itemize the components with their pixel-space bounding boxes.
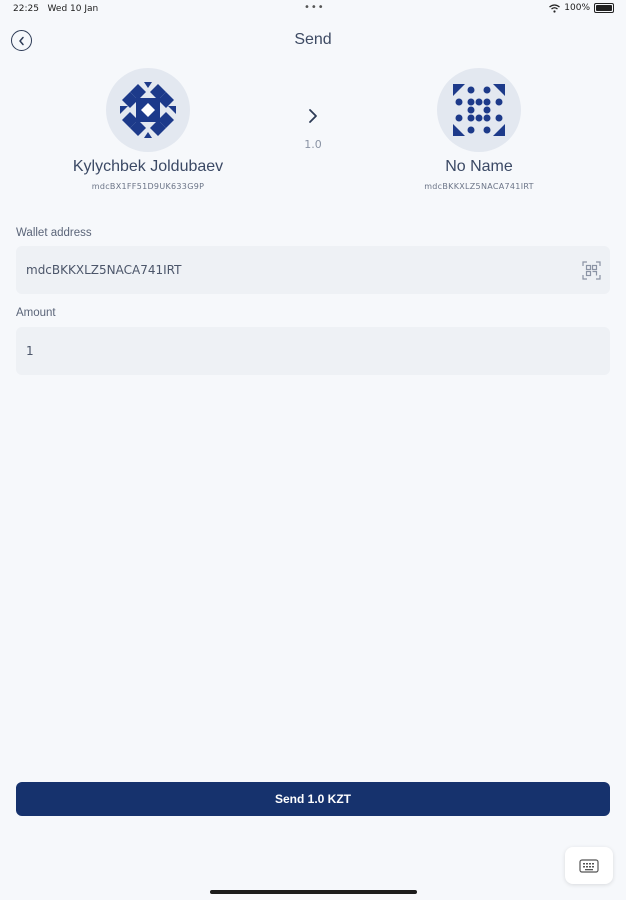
qr-scan-icon[interactable] [582,261,601,280]
chevron-right-icon [309,109,317,123]
sender-avatar [106,68,190,152]
status-time-date: 22:25 Wed 10 Jan [13,4,99,14]
sender-address: mdcBX1FF51D9UK633G9P [91,182,205,191]
wallet-address-input[interactable]: mdcBKKXLZ5NACA741IRT [16,246,610,294]
multitask-dots[interactable]: ••• [304,2,325,13]
battery-icon [594,3,614,13]
send-button[interactable]: Send 1.0 KZT [16,782,610,816]
amount-value: 1 [26,344,34,358]
amount-input[interactable]: 1 [16,327,610,375]
transfer-amount: 1.0 [304,138,322,151]
page-title: Send [294,31,332,48]
home-indicator[interactable] [210,890,417,894]
status-bar: 22:25 Wed 10 Jan ••• 100% [0,0,626,20]
wallet-address-label: Wallet address [16,227,92,239]
recipient-avatar [437,68,521,152]
identicon-icon [453,84,505,136]
keyboard-toggle-button[interactable] [565,847,613,884]
keyboard-icon [579,858,599,873]
amount-label: Amount [16,307,56,319]
wallet-address-value: mdcBKKXLZ5NACA741IRT [26,263,182,277]
wifi-icon [549,3,561,13]
identicon-icon [120,82,176,138]
recipient-address: mdcBKKXLZ5NACA741IRT [424,182,534,191]
sender-name: Kylychbek Joldubaev [72,158,224,175]
recipient-name: No Name [445,158,513,175]
battery-percent: 100% [564,3,590,13]
status-indicators: 100% [549,3,614,13]
